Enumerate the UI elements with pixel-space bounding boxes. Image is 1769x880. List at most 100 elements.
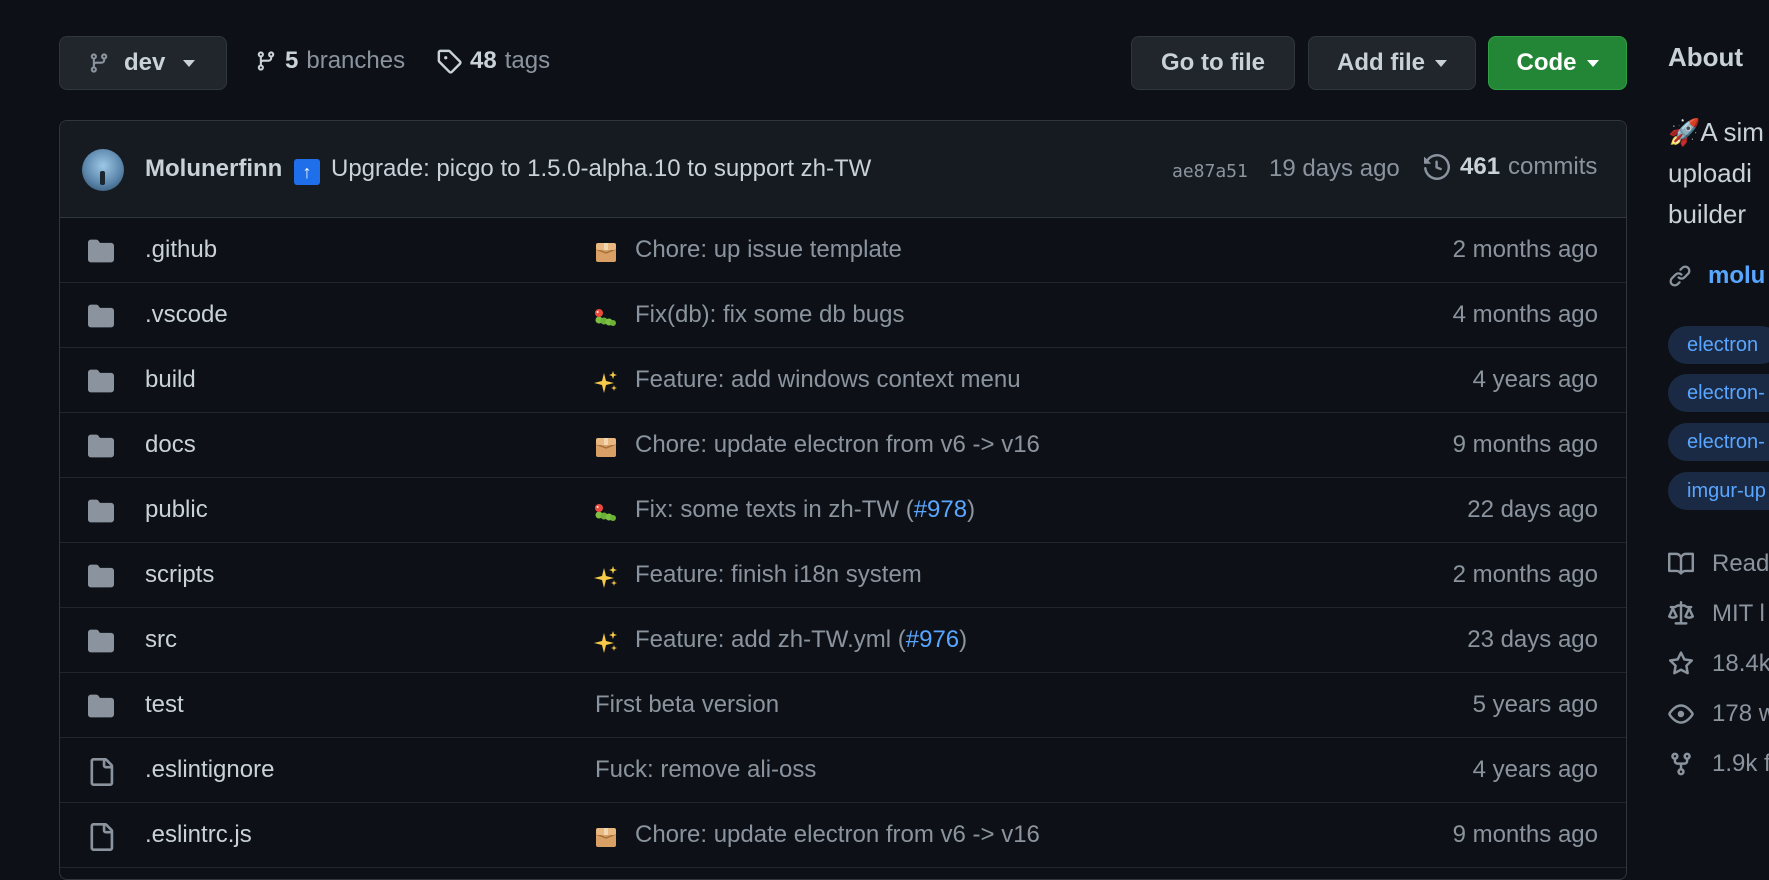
file-name[interactable]: public <box>145 496 208 524</box>
chevron-down-icon <box>183 59 196 67</box>
file-name[interactable]: .eslintrc.js <box>145 821 252 849</box>
commit-age: 4 years ago <box>1472 756 1598 783</box>
file-name[interactable]: docs <box>145 431 196 459</box>
file-row[interactable]: .eslintignore Fuck: remove ali-oss 4 years… <box>60 738 1626 803</box>
branches-label: branches <box>306 47 406 74</box>
topic-tag[interactable]: electron- <box>1668 374 1769 412</box>
commits-count: 461 <box>1460 153 1501 180</box>
topic-tag[interactable]: imgur-up <box>1668 472 1769 510</box>
commit-message[interactable]: Chore: up issue template <box>635 236 902 264</box>
commit-message-text: Feature: finish i18n system <box>635 561 922 588</box>
stars-link[interactable]: 18.4k <box>1668 650 1769 678</box>
commit-age: 4 months ago <box>1452 301 1598 328</box>
commit-message-end: ) <box>959 626 968 653</box>
git-branch-icon <box>255 48 277 74</box>
commit-message-text: Fix(db): fix some db bugs <box>635 301 905 328</box>
sparkles-emoji-icon <box>594 630 618 654</box>
code-label: Code <box>1516 49 1577 76</box>
file-row[interactable]: scripts Feature: finish i18n system 2 mont… <box>60 543 1626 608</box>
commits-link[interactable]: 461 commits <box>1424 153 1597 181</box>
file-icon <box>87 823 115 851</box>
commit-age: 5 years ago <box>1472 691 1598 718</box>
file-name[interactable]: .vscode <box>145 301 228 329</box>
commit-message-text: Chore: update electron from v6 -> v16 <box>635 821 1040 848</box>
tags-link[interactable]: 48 tags <box>436 47 550 75</box>
arrow-up-emoji-icon: ↑ <box>294 159 320 185</box>
link-icon <box>1668 264 1692 288</box>
readme-label: Read <box>1712 550 1769 577</box>
avatar[interactable] <box>82 149 124 191</box>
watchers-label: 178 w <box>1712 700 1769 727</box>
watchers-link[interactable]: 178 w <box>1668 700 1769 728</box>
file-name[interactable]: .eslintignore <box>145 756 274 784</box>
file-name[interactable]: src <box>145 626 177 654</box>
commit-age: 22 days ago <box>1467 496 1598 523</box>
history-icon <box>1424 154 1450 180</box>
latest-commit-bar: Molunerfinn ↑ Upgrade: picgo to 1.5.0-al… <box>60 121 1626 218</box>
readme-link[interactable]: Read <box>1668 550 1769 578</box>
bug-emoji-icon <box>594 305 618 329</box>
license-link[interactable]: MIT l <box>1668 600 1765 628</box>
about-title: About <box>1668 42 1744 72</box>
sparkles-emoji-icon <box>594 370 618 394</box>
file-name[interactable]: scripts <box>145 561 214 589</box>
file-row[interactable]: test First beta version 5 years ago <box>60 673 1626 738</box>
commit-sha[interactable]: ae87a51 <box>1172 161 1248 182</box>
commit-message[interactable]: Fix: some texts in zh-TW (#978) <box>635 496 975 524</box>
commit-message[interactable]: Feature: add windows context menu <box>635 366 1021 394</box>
commit-message-text: Feature: add zh-TW.yml ( <box>635 626 906 653</box>
file-row[interactable]: public Fix: some texts in zh-TW (#978) 22 … <box>60 478 1626 543</box>
website-label: molu <box>1708 262 1766 289</box>
file-name[interactable]: .github <box>145 236 217 264</box>
file-name[interactable]: test <box>145 691 184 719</box>
commit-author[interactable]: Molunerfinn <box>145 155 282 183</box>
commit-age: 9 months ago <box>1452 821 1598 848</box>
pull-request-link[interactable]: #978 <box>914 496 967 523</box>
commit-message[interactable]: Feature: add zh-TW.yml (#976) <box>635 626 967 654</box>
commit-message-text: Fix: some texts in zh-TW ( <box>635 496 914 523</box>
website-link[interactable]: molu <box>1668 262 1765 290</box>
commit-message[interactable]: Chore: update electron from v6 -> v16 <box>635 821 1040 849</box>
file-row[interactable]: docs Chore: update electron from v6 -> v1… <box>60 413 1626 478</box>
folder-icon <box>87 368 115 394</box>
commit-message[interactable]: Fix(db): fix some db bugs <box>635 301 904 329</box>
description-line: uploadi <box>1668 158 1752 188</box>
file-row[interactable]: src Feature: add zh-TW.yml (#976) 23 days … <box>60 608 1626 673</box>
folder-icon <box>87 563 115 589</box>
branches-link[interactable]: 5 branches <box>255 47 405 75</box>
commit-message-text: Fuck: remove ali-oss <box>595 756 817 783</box>
code-button[interactable]: Code <box>1488 36 1627 90</box>
commit-message[interactable]: Fuck: remove ali-oss <box>595 756 816 784</box>
file-row[interactable]: build Feature: add windows context menu 4 … <box>60 348 1626 413</box>
sparkles-emoji-icon <box>594 565 618 589</box>
file-row[interactable]: .vscode Fix(db): fix some db bugs 4 months… <box>60 283 1626 348</box>
commit-message[interactable]: Feature: finish i18n system <box>635 561 922 589</box>
forks-label: 1.9k f <box>1712 750 1769 777</box>
branch-selector-button[interactable]: dev <box>59 36 227 90</box>
file-name[interactable]: build <box>145 366 196 394</box>
folder-icon <box>87 303 115 329</box>
commit-message[interactable]: Chore: update electron from v6 -> v16 <box>635 431 1040 459</box>
topic-tag[interactable]: electron <box>1668 326 1769 364</box>
commit-age: 23 days ago <box>1467 626 1598 653</box>
file-row[interactable]: .github Chore: up issue template 2 months … <box>60 218 1626 283</box>
package-emoji-icon <box>594 435 618 459</box>
commit-message[interactable]: First beta version <box>595 691 779 719</box>
add-file-button[interactable]: Add file <box>1308 36 1476 90</box>
commit-message-end: ) <box>967 496 976 523</box>
go-to-file-label: Go to file <box>1161 49 1265 76</box>
go-to-file-button[interactable]: Go to file <box>1131 36 1295 90</box>
pull-request-link[interactable]: #976 <box>906 626 959 653</box>
eye-icon <box>1668 701 1712 727</box>
commit-message-text: Feature: add windows context menu <box>635 366 1021 393</box>
repo-forked-icon <box>1668 751 1712 777</box>
forks-link[interactable]: 1.9k f <box>1668 750 1769 778</box>
folder-icon <box>87 628 115 654</box>
package-emoji-icon <box>594 240 618 264</box>
commit-message[interactable]: Upgrade: picgo to 1.5.0-alpha.10 to supp… <box>331 155 871 183</box>
bug-emoji-icon <box>594 500 618 524</box>
file-row[interactable]: .eslintrc.js Chore: update electron from … <box>60 803 1626 868</box>
topic-tag[interactable]: electron- <box>1668 423 1769 461</box>
tag-icon <box>436 48 462 74</box>
chevron-down-icon <box>1435 59 1447 67</box>
